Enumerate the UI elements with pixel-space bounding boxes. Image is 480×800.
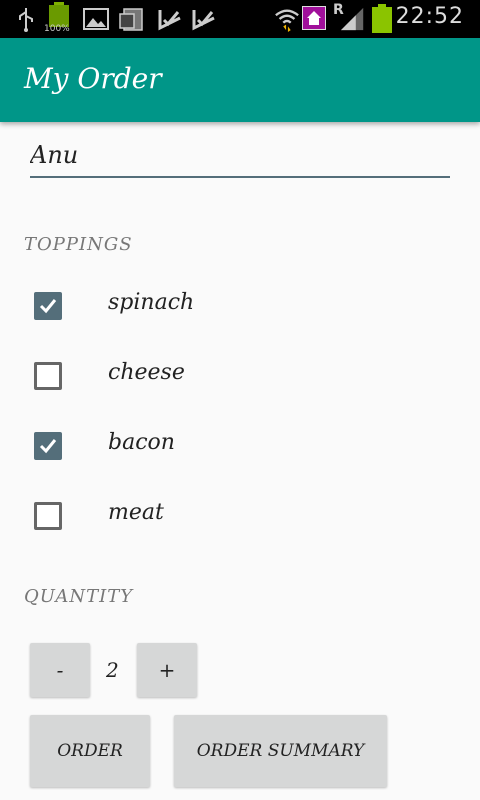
toppings-header: TOPPINGS: [24, 234, 133, 255]
status-bar: 100% R 22:52: [0, 0, 480, 38]
wifi-icon: [275, 9, 299, 32]
checkmark-icon: [39, 299, 57, 314]
check-icon: [192, 10, 215, 31]
image-icon: [83, 8, 109, 30]
spinach-checkbox[interactable]: [34, 292, 62, 320]
battery-percent-label: 100%: [44, 24, 70, 34]
sd-card-icon: [119, 8, 143, 31]
topping-label: meat: [108, 500, 164, 525]
checkmark-icon: [39, 439, 57, 454]
cheese-checkbox[interactable]: [34, 362, 62, 390]
quantity-value: 2: [106, 658, 119, 682]
increment-button[interactable]: +: [137, 643, 197, 697]
bacon-checkbox[interactable]: [34, 432, 62, 460]
topping-label: spinach: [108, 290, 195, 315]
topping-label: bacon: [108, 430, 175, 455]
order-button[interactable]: ORDER: [30, 715, 150, 787]
battery-icon: [372, 4, 392, 33]
app-bar: My Order: [0, 38, 480, 122]
signal-icon: [340, 7, 364, 31]
check-icon: [158, 10, 181, 31]
meat-checkbox[interactable]: [34, 502, 62, 530]
topping-spinach-row[interactable]: spinach: [34, 290, 414, 322]
home-icon: [302, 6, 326, 30]
name-input[interactable]: [30, 134, 450, 178]
decrement-button[interactable]: -: [30, 643, 90, 697]
app-title: My Order: [24, 62, 162, 95]
usb-icon: [19, 8, 33, 32]
clock: 22:52: [395, 4, 464, 29]
quantity-header: QUANTITY: [24, 586, 134, 607]
topping-bacon-row[interactable]: bacon: [34, 430, 414, 462]
topping-cheese-row[interactable]: cheese: [34, 360, 414, 392]
order-summary-button[interactable]: ORDER SUMMARY: [174, 715, 387, 787]
battery-full-icon: 100%: [44, 2, 72, 34]
topping-meat-row[interactable]: meat: [34, 500, 414, 532]
topping-label: cheese: [108, 360, 185, 385]
